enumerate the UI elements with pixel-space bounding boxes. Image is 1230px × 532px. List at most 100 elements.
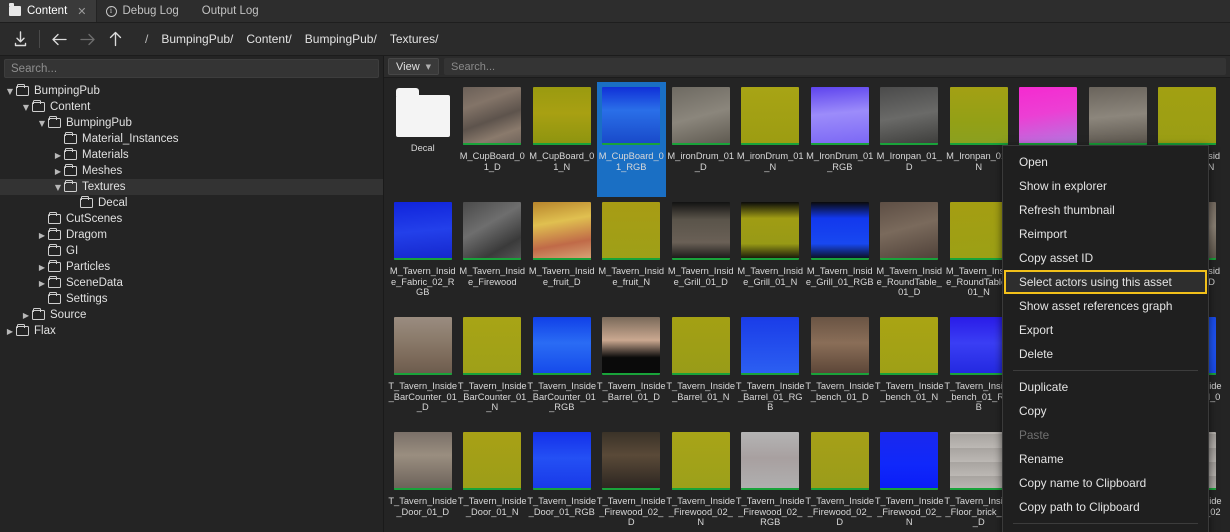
asset-item[interactable]: M_Tavern_Inside_Grill_01_D bbox=[666, 197, 736, 312]
arrow-up-icon[interactable] bbox=[101, 25, 129, 53]
asset-item[interactable]: T_Tavern_Inside_BarCounter_01_N bbox=[458, 312, 528, 427]
menu-item-open[interactable]: Open bbox=[1003, 150, 1208, 174]
toolbar-divider bbox=[39, 30, 40, 48]
sidebar-item-gi[interactable]: ▶ GI bbox=[0, 243, 383, 259]
menu-item-copy[interactable]: Copy bbox=[1003, 399, 1208, 423]
asset-item[interactable]: M_IronDrum_01_RGB bbox=[805, 82, 875, 197]
asset-item[interactable]: M_Tavern_Inside_Grill_01_RGB bbox=[805, 197, 875, 312]
asset-item[interactable]: M_Tavern_Inside_Grill_01_N bbox=[736, 197, 806, 312]
asset-item[interactable]: T_Tavern_Inside_Firewood_02_N bbox=[666, 427, 736, 532]
asset-item[interactable]: M_Ironpan_01_D bbox=[875, 82, 945, 197]
menu-item-copy-path-to-clipboard[interactable]: Copy path to Clipboard bbox=[1003, 495, 1208, 519]
asset-item[interactable]: M_CupBoard_01_RGB bbox=[596, 82, 666, 197]
asset-item[interactable]: M_Tavern_Inside_Fabric_02_RGB bbox=[388, 197, 458, 312]
sidebar-item-content[interactable]: ▼ Content bbox=[0, 99, 383, 115]
menu-item-new-folder[interactable]: New folder bbox=[1003, 528, 1208, 532]
sidebar-item-textures[interactable]: ▼ Textures bbox=[0, 179, 383, 195]
asset-item[interactable]: T_Tavern_Inside_Firewood_02_D bbox=[597, 427, 667, 532]
chevron-right-icon[interactable]: ▶ bbox=[36, 263, 48, 272]
folder-icon bbox=[16, 83, 29, 96]
asset-folder-item[interactable]: Decal bbox=[388, 82, 458, 197]
sidebar-item-source[interactable]: ▶ Source bbox=[0, 307, 383, 323]
asset-item[interactable]: T_Tavern_Inside_Door_01_RGB bbox=[527, 427, 597, 532]
chevron-right-icon[interactable]: ▶ bbox=[52, 151, 64, 160]
menu-item-rename[interactable]: Rename bbox=[1003, 447, 1208, 471]
menu-item-refresh-thumbnail[interactable]: Refresh thumbnail bbox=[1003, 198, 1208, 222]
import-icon[interactable] bbox=[6, 25, 34, 53]
sidebar-item-material_instances[interactable]: ▶ Material_Instances bbox=[0, 131, 383, 147]
asset-item[interactable]: M_Tavern_Inside_Firewood bbox=[458, 197, 528, 312]
asset-item[interactable]: M_Tavern_Inside_RoundTable_01_D bbox=[875, 197, 945, 312]
breadcrumb-item-1[interactable]: BumpingPub/ bbox=[161, 32, 233, 46]
chevron-right-icon[interactable]: ▶ bbox=[4, 327, 16, 336]
asset-item[interactable]: T_Tavern_Inside_Barrel_01_N bbox=[666, 312, 736, 427]
arrow-left-icon[interactable] bbox=[45, 25, 73, 53]
sidebar-search-input[interactable]: Search... bbox=[4, 59, 379, 78]
asset-type-strip bbox=[880, 142, 939, 145]
close-icon[interactable]: ✕ bbox=[77, 6, 86, 17]
menu-item-reimport[interactable]: Reimport bbox=[1003, 222, 1208, 246]
asset-item[interactable]: T_Tavern_Inside_Barrel_01_D bbox=[597, 312, 667, 427]
arrow-right-icon[interactable] bbox=[73, 25, 101, 53]
breadcrumb-item-3[interactable]: BumpingPub/ bbox=[305, 32, 377, 46]
sidebar-item-cutscenes[interactable]: ▶ CutScenes bbox=[0, 211, 383, 227]
menu-item-label: Copy name to Clipboard bbox=[1019, 476, 1147, 490]
chevron-right-icon[interactable]: ▶ bbox=[20, 311, 32, 320]
asset-item[interactable]: T_Tavern_Inside_bench_01_D bbox=[805, 312, 875, 427]
asset-item[interactable]: T_Tavern_Inside_Firewood_02_D bbox=[805, 427, 875, 532]
menu-item-copy-name-to-clipboard[interactable]: Copy name to Clipboard bbox=[1003, 471, 1208, 495]
asset-type-strip bbox=[463, 487, 522, 490]
asset-type-strip bbox=[880, 372, 939, 375]
asset-label: M_Tavern_Inside_RoundTable_01_D bbox=[876, 266, 943, 297]
asset-item[interactable]: T_Tavern_Inside_bench_01_N bbox=[875, 312, 945, 427]
view-button[interactable]: View ▼ bbox=[388, 58, 440, 75]
tab-debug-log[interactable]: i Debug Log bbox=[96, 0, 188, 22]
menu-item-show-asset-references-graph[interactable]: Show asset references graph bbox=[1003, 294, 1208, 318]
tab-output-log[interactable]: Output Log bbox=[187, 0, 268, 22]
asset-label: M_Tavern_Inside_Firewood bbox=[459, 266, 526, 287]
asset-item[interactable]: T_Tavern_Inside_Firewood_02_N bbox=[875, 427, 945, 532]
chevron-down-icon[interactable]: ▼ bbox=[36, 119, 48, 128]
asset-item[interactable]: T_Tavern_Inside_Door_01_D bbox=[388, 427, 458, 532]
chevron-right-icon[interactable]: ▶ bbox=[52, 167, 64, 176]
menu-item-show-in-explorer[interactable]: Show in explorer bbox=[1003, 174, 1208, 198]
asset-item[interactable]: M_CupBoard_01_D bbox=[458, 82, 528, 197]
asset-item[interactable]: M_CupBoard_01_N bbox=[527, 82, 597, 197]
asset-item[interactable]: M_ironDrum_01_D bbox=[666, 82, 736, 197]
sidebar-item-materials[interactable]: ▶ Materials bbox=[0, 147, 383, 163]
sidebar-item-meshes[interactable]: ▶ Meshes bbox=[0, 163, 383, 179]
chevron-down-icon[interactable]: ▼ bbox=[4, 87, 16, 96]
asset-item[interactable]: T_Tavern_Inside_BarCounter_01_D bbox=[388, 312, 458, 427]
sidebar-item-settings[interactable]: ▶ Settings bbox=[0, 291, 383, 307]
chevron-down-icon[interactable]: ▼ bbox=[52, 183, 64, 192]
chevron-right-icon[interactable]: ▶ bbox=[36, 231, 48, 240]
asset-item[interactable]: T_Tavern_Inside_Door_01_N bbox=[458, 427, 528, 532]
menu-item-duplicate[interactable]: Duplicate bbox=[1003, 375, 1208, 399]
sidebar-item-decal[interactable]: ▶ Decal bbox=[0, 195, 383, 211]
sidebar-item-particles[interactable]: ▶ Particles bbox=[0, 259, 383, 275]
asset-item[interactable]: T_Tavern_Inside_Firewood_02_RGB bbox=[736, 427, 806, 532]
breadcrumb-item-4[interactable]: Textures/ bbox=[390, 32, 439, 46]
chevron-right-icon[interactable]: ▶ bbox=[36, 279, 48, 288]
menu-item-copy-asset-id[interactable]: Copy asset ID bbox=[1003, 246, 1208, 270]
menu-item-select-actors-using-this-asset[interactable]: Select actors using this asset bbox=[1004, 270, 1207, 294]
breadcrumb-item-2[interactable]: Content/ bbox=[246, 32, 291, 46]
folder-icon bbox=[80, 195, 93, 208]
asset-item[interactable]: M_Tavern_Inside_fruit_N bbox=[597, 197, 667, 312]
menu-item-label: Copy path to Clipboard bbox=[1019, 500, 1140, 514]
asset-item[interactable]: M_Tavern_Inside_fruit_D bbox=[527, 197, 597, 312]
asset-item[interactable]: T_Tavern_Inside_Barrel_01_RGB bbox=[736, 312, 806, 427]
sidebar-item-bumpingpub[interactable]: ▼ BumpingPub bbox=[0, 115, 383, 131]
asset-item[interactable]: M_ironDrum_01_N bbox=[736, 82, 806, 197]
asset-item[interactable]: T_Tavern_Inside_BarCounter_01_RGB bbox=[527, 312, 597, 427]
menu-item-export[interactable]: Export bbox=[1003, 318, 1208, 342]
sidebar-item-scenedata[interactable]: ▶ SceneData bbox=[0, 275, 383, 291]
sidebar-item-flax[interactable]: ▶ Flax bbox=[0, 323, 383, 339]
asset-search-input[interactable]: Search... bbox=[444, 58, 1226, 75]
main-split: Search... ▼ BumpingPub ▼ Content ▼ BumpingPub… bbox=[0, 56, 1230, 532]
menu-item-delete[interactable]: Delete bbox=[1003, 342, 1208, 366]
sidebar-item-bumpingpub[interactable]: ▼ BumpingPub bbox=[0, 83, 383, 99]
chevron-down-icon[interactable]: ▼ bbox=[20, 103, 32, 112]
tab-content[interactable]: Content ✕ bbox=[0, 0, 97, 22]
sidebar-item-dragom[interactable]: ▶ Dragom bbox=[0, 227, 383, 243]
